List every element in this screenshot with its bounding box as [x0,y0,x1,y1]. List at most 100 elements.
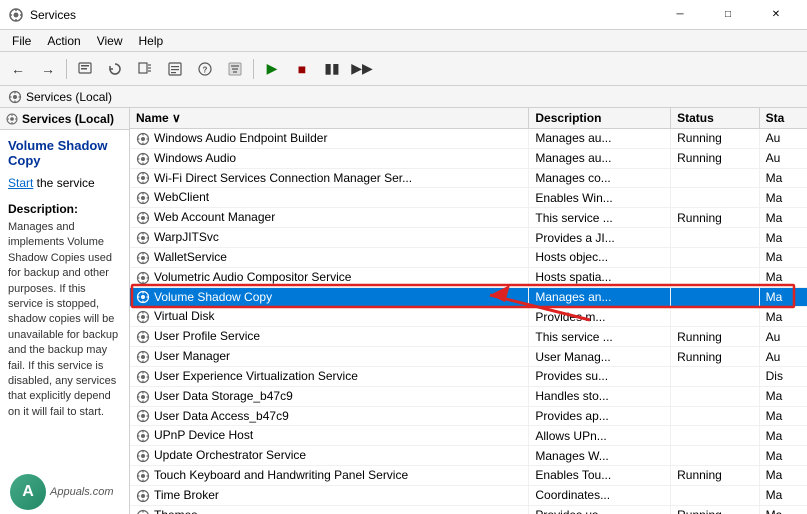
main-content: Services (Local) Volume Shadow Copy Star… [0,108,807,514]
service-status-cell: Running [671,347,760,367]
service-startup-cell: Ma [759,168,807,188]
service-startup-cell: Ma [759,466,807,486]
restart-service-button[interactable]: ▶▶ [348,56,376,82]
table-row[interactable]: Time BrokerCoordinates...Ma [130,485,807,505]
maximize-button[interactable]: □ [705,0,751,30]
selected-service-title: Volume Shadow Copy [8,138,121,168]
service-startup-cell: Ma [759,386,807,406]
back-button[interactable]: ← [4,56,32,82]
start-service-link[interactable]: Start [8,176,33,190]
service-desc-cell: Manages W... [529,446,671,466]
start-service-button[interactable]: ▶ [258,56,286,82]
window-title: Services [30,8,76,22]
svg-text:?: ? [203,65,208,74]
forward-button[interactable]: → [34,56,62,82]
filter-button[interactable] [221,56,249,82]
table-row[interactable]: User Data Storage_b47c9Handles sto...Ma [130,386,807,406]
service-gear-icon [136,370,150,384]
service-startup-cell: Ma [759,247,807,267]
service-name-cell: User Data Storage_b47c9 [130,386,529,406]
table-row[interactable]: Windows AudioManages au...RunningAu [130,148,807,168]
service-gear-icon [136,330,150,344]
service-gear-icon [136,171,150,185]
table-row[interactable]: Virtual DiskProvides m...Ma [130,307,807,327]
service-startup-cell: Au [759,327,807,347]
service-status-cell: Running [671,208,760,228]
table-row[interactable]: WalletServiceHosts objec...Ma [130,247,807,267]
service-startup-cell: Au [759,148,807,168]
service-status-cell: Running [671,327,760,347]
service-desc-cell: Provides a JI... [529,228,671,248]
service-name-cell: Touch Keyboard and Handwriting Panel Ser… [130,466,529,486]
service-startup-cell: Ma [759,188,807,208]
breadcrumb-text: Services (Local) [26,90,112,104]
up-button[interactable] [71,56,99,82]
col-status[interactable]: Status [671,108,760,129]
service-desc-cell: Allows UPn... [529,426,671,446]
service-desc-cell: This service ... [529,327,671,347]
table-row[interactable]: ThemesProvides us...RunningMa [130,505,807,514]
service-gear-icon [136,271,150,285]
service-name-cell: Volume Shadow Copy [130,287,529,307]
service-gear-icon [136,152,150,166]
service-startup-cell: Ma [759,406,807,426]
menu-view[interactable]: View [89,32,131,50]
service-startup-cell: Ma [759,267,807,287]
services-table: Name ∨ Description Status Sta Windows Au… [130,108,807,514]
table-row[interactable]: User Experience Virtualization ServicePr… [130,366,807,386]
menu-file[interactable]: File [4,32,39,50]
description-text: Manages and implements Volume Shadow Cop… [8,220,121,420]
right-panel: Name ∨ Description Status Sta Windows Au… [130,108,807,514]
service-status-cell [671,228,760,248]
help-toolbar-button[interactable]: ? [191,56,219,82]
toolbar-sep-2 [253,59,254,79]
table-row[interactable]: Volume Shadow CopyManages an...Ma [130,287,807,307]
service-gear-icon [136,290,150,304]
services-table-scroll[interactable]: Name ∨ Description Status Sta Windows Au… [130,108,807,514]
table-row[interactable]: UPnP Device HostAllows UPn...Ma [130,426,807,446]
pause-service-button[interactable]: ▮▮ [318,56,346,82]
service-desc-cell: User Manag... [529,347,671,367]
table-row[interactable]: Update Orchestrator ServiceManages W...M… [130,446,807,466]
service-startup-cell: Ma [759,307,807,327]
table-row[interactable]: WebClientEnables Win...Ma [130,188,807,208]
menu-action[interactable]: Action [39,32,88,50]
service-desc-cell: Enables Win... [529,188,671,208]
left-panel-header: Services (Local) [0,108,129,130]
col-desc[interactable]: Description [529,108,671,129]
table-row[interactable]: Volumetric Audio Compositor ServiceHosts… [130,267,807,287]
service-desc-cell: Provides us... [529,505,671,514]
left-panel-header-text: Services (Local) [22,112,114,126]
properties-button[interactable] [161,56,189,82]
service-startup-cell: Au [759,347,807,367]
service-status-cell [671,485,760,505]
service-name-cell: Volumetric Audio Compositor Service [130,267,529,287]
table-row[interactable]: WarpJITSvcProvides a JI...Ma [130,228,807,248]
export-button[interactable] [131,56,159,82]
service-name-cell: Windows Audio [130,148,529,168]
service-gear-icon [136,469,150,483]
table-row[interactable]: User Profile ServiceThis service ...Runn… [130,327,807,347]
stop-service-button[interactable]: ■ [288,56,316,82]
table-row[interactable]: Touch Keyboard and Handwriting Panel Ser… [130,466,807,486]
service-gear-icon [136,251,150,265]
col-name[interactable]: Name ∨ [130,108,529,129]
minimize-button[interactable]: ─ [657,0,703,30]
service-status-cell [671,406,760,426]
refresh-button[interactable] [101,56,129,82]
table-row[interactable]: User ManagerUser Manag...RunningAu [130,347,807,367]
table-row[interactable]: Wi-Fi Direct Services Connection Manager… [130,168,807,188]
service-status-cell: Running [671,505,760,514]
table-header: Name ∨ Description Status Sta [130,108,807,129]
description-label: Description: [8,202,121,216]
service-gear-icon [136,231,150,245]
menu-help[interactable]: Help [131,32,172,50]
service-desc-cell: Provides ap... [529,406,671,426]
service-gear-icon [136,449,150,463]
table-row[interactable]: Web Account ManagerThis service ...Runni… [130,208,807,228]
close-button[interactable]: ✕ [753,0,799,30]
table-row[interactable]: User Data Access_b47c9Provides ap...Ma [130,406,807,426]
col-startup[interactable]: Sta [759,108,807,129]
service-gear-icon [136,191,150,205]
table-row[interactable]: Windows Audio Endpoint BuilderManages au… [130,129,807,149]
